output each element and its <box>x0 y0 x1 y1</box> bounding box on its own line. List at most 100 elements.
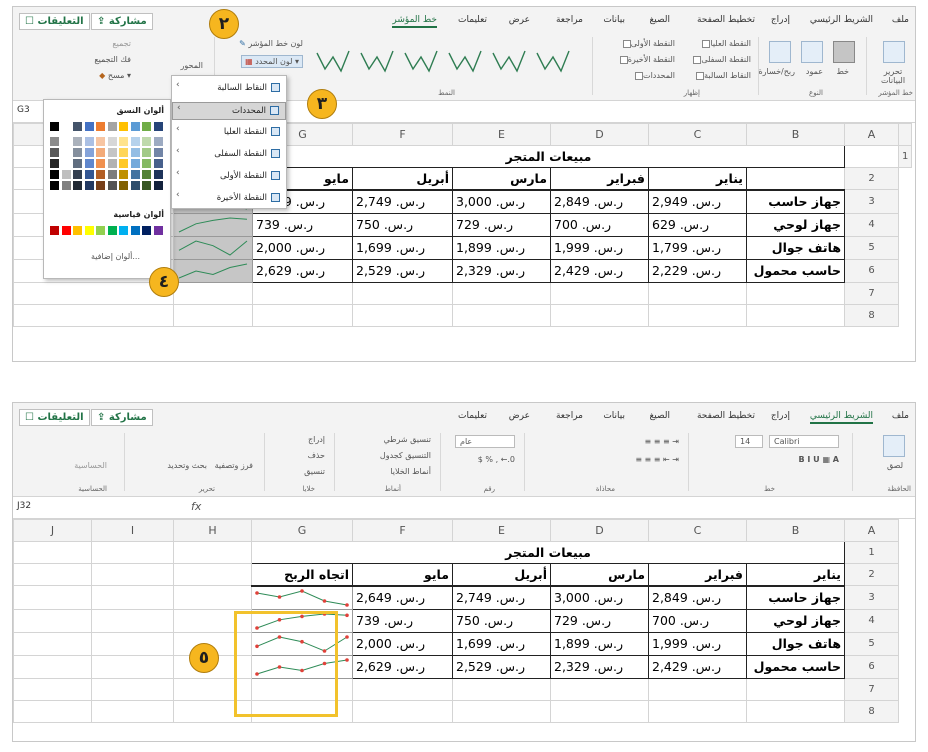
cell[interactable] <box>648 677 747 701</box>
cell[interactable] <box>452 699 551 723</box>
theme-color-swatch[interactable] <box>73 181 82 190</box>
theme-color-swatch[interactable] <box>153 170 163 179</box>
theme-color-swatch[interactable] <box>50 137 59 146</box>
col-header-a[interactable]: A <box>844 123 899 146</box>
group-button[interactable]: تجميع <box>112 39 131 48</box>
theme-color-swatch[interactable] <box>96 122 105 131</box>
sheet-title[interactable]: مبيعات المتجر <box>251 541 845 564</box>
sales-value[interactable]: ر.س. 1,899 <box>550 631 649 656</box>
month-header[interactable]: أبريل <box>352 167 453 191</box>
theme-color-swatch[interactable] <box>84 170 94 179</box>
theme-color-swatch[interactable] <box>119 159 128 168</box>
col-header-g[interactable]: G <box>251 519 353 542</box>
theme-color-swatch[interactable] <box>96 148 105 157</box>
cell[interactable] <box>173 303 253 327</box>
sales-value[interactable]: ر.س. 2,329 <box>550 654 649 679</box>
col-header-e[interactable]: E <box>452 123 551 146</box>
cell[interactable] <box>352 677 453 701</box>
cell[interactable] <box>550 699 649 723</box>
theme-color-swatch[interactable] <box>61 122 71 131</box>
number-format-icons[interactable]: $ % , ←.0 <box>478 455 515 464</box>
trend-header[interactable]: اتجاه الربح <box>251 563 353 587</box>
col-header-d[interactable]: D <box>550 123 649 146</box>
tab-home[interactable]: الشريط الرئيسي <box>809 411 873 424</box>
tab-review[interactable]: مراجعة <box>556 411 583 421</box>
standard-color-swatch[interactable] <box>107 226 117 235</box>
theme-color-swatch[interactable] <box>130 181 140 190</box>
row-header[interactable]: 7 <box>844 281 899 305</box>
theme-color-swatch[interactable] <box>96 170 105 179</box>
theme-color-swatch[interactable] <box>96 181 105 190</box>
sales-value[interactable]: ر.س. 700 <box>648 608 747 633</box>
theme-color-swatch[interactable] <box>84 137 94 146</box>
theme-color-swatch[interactable] <box>73 148 82 157</box>
sales-value[interactable]: ر.س. 2,529 <box>452 654 551 679</box>
column-type-label[interactable]: عمود <box>806 67 823 76</box>
cell-styles-button[interactable]: أنماط الخلايا <box>390 467 431 476</box>
sales-value[interactable]: ر.س. 629 <box>648 212 747 237</box>
sales-value[interactable]: ر.س. 2,749 <box>452 585 551 610</box>
col-header-j[interactable]: J <box>13 519 92 542</box>
theme-color-swatch[interactable] <box>142 181 151 190</box>
alignment-icons-row2[interactable]: ≡ ≡ ≡ ⇤ ⇥ <box>635 455 679 464</box>
cell[interactable] <box>550 303 649 327</box>
theme-color-swatch[interactable] <box>61 137 71 146</box>
row-header[interactable]: 1 <box>844 541 899 564</box>
tab-file[interactable]: ملف <box>892 411 909 421</box>
cell[interactable] <box>13 303 174 327</box>
cell[interactable] <box>13 608 92 633</box>
theme-color-swatch[interactable] <box>142 137 151 146</box>
cell[interactable] <box>91 585 174 610</box>
cell[interactable] <box>648 303 747 327</box>
winloss-type-label[interactable]: ربح/خسارة <box>758 67 795 76</box>
product-name[interactable]: جهاز حاسب <box>746 189 845 214</box>
sort-filter-button[interactable]: فرز وتصفية <box>215 461 253 470</box>
first-point-checkbox[interactable]: النقطة الأولى <box>620 39 675 48</box>
font-format-icons[interactable]: B I U ▦ A <box>799 455 839 464</box>
theme-color-swatch[interactable] <box>153 159 163 168</box>
theme-color-swatch[interactable] <box>50 159 59 168</box>
sales-value[interactable]: ر.س. 2,229 <box>648 258 747 283</box>
tab-file[interactable]: ملف <box>892 15 909 25</box>
high-point-checkbox[interactable]: النقطة العليا <box>699 39 751 48</box>
font-size-select[interactable]: 14 <box>735 435 763 448</box>
more-colors-link[interactable]: ألوان إضافية... <box>91 252 140 261</box>
edit-data-icon[interactable] <box>883 41 905 63</box>
month-header[interactable]: فبراير <box>648 563 747 587</box>
menu-item-markers[interactable]: ‹ المحددات <box>172 102 286 120</box>
cell[interactable] <box>13 699 92 723</box>
column-type-icon[interactable] <box>801 41 823 63</box>
winloss-type-icon[interactable] <box>769 41 791 63</box>
tab-formulas[interactable]: الصيغ <box>649 15 670 25</box>
col-header-f[interactable]: F <box>352 123 453 146</box>
row-header[interactable]: 5 <box>844 235 899 260</box>
sales-value[interactable]: ر.س. 1,999 <box>648 631 747 656</box>
conditional-format-button[interactable]: تنسيق شرطي <box>383 435 431 444</box>
sales-value[interactable]: ر.س. 729 <box>452 212 551 237</box>
theme-color-swatch[interactable] <box>130 148 140 157</box>
menu-item-negative-points[interactable]: ‹ النقاط السالبة <box>172 80 286 98</box>
row-header[interactable]: 6 <box>844 258 899 283</box>
cell[interactable] <box>173 281 253 305</box>
sparkline-color-button[interactable]: ✎ لون خط المؤشر <box>239 39 303 48</box>
standard-color-swatch[interactable] <box>50 226 59 235</box>
row-header[interactable]: 8 <box>844 699 899 723</box>
theme-color-swatch[interactable] <box>84 148 94 157</box>
theme-color-swatch[interactable] <box>107 148 117 157</box>
theme-color-swatch[interactable] <box>84 159 94 168</box>
menu-item-first-point[interactable]: ‹ النقطة الأولى <box>172 168 286 186</box>
row-header[interactable]: 2 <box>844 167 899 190</box>
theme-color-swatch[interactable] <box>61 181 71 190</box>
standard-color-swatch[interactable] <box>61 226 71 235</box>
cell[interactable] <box>173 585 252 610</box>
col-header-f[interactable]: F <box>352 519 453 542</box>
cell[interactable] <box>13 654 92 679</box>
cell[interactable] <box>648 281 747 305</box>
theme-color-swatch[interactable] <box>50 181 59 190</box>
line-type-icon[interactable] <box>833 41 855 63</box>
sales-value[interactable]: ر.س. 2,749 <box>352 189 453 214</box>
sales-value[interactable]: ر.س. 750 <box>452 608 551 633</box>
tab-view[interactable]: عرض <box>509 411 530 421</box>
cell[interactable] <box>746 167 845 191</box>
row-header[interactable]: 2 <box>844 563 899 586</box>
